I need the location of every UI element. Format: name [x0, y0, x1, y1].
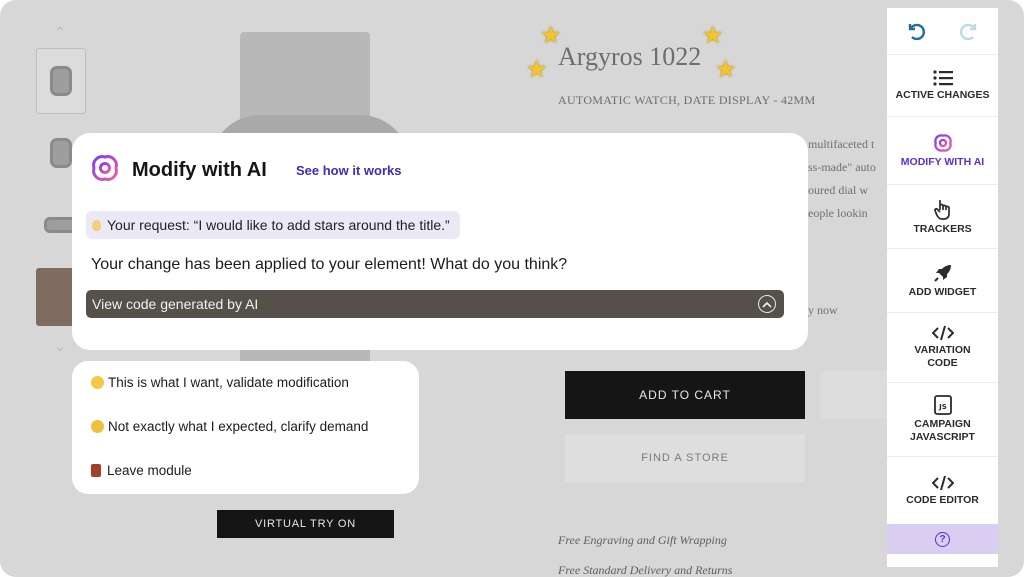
ai-logo-icon — [933, 133, 952, 152]
see-how-it-works-link[interactable]: See how it works — [296, 163, 401, 178]
lightbulb-icon — [92, 219, 101, 231]
undo-icon[interactable] — [887, 8, 943, 54]
door-icon — [91, 464, 101, 477]
add-widget-button[interactable]: ADD WIDGET — [887, 249, 998, 313]
perk-delivery: Free Standard Delivery and Returns — [558, 563, 733, 577]
star-icon: ★ — [526, 56, 548, 83]
toolbar-item-label: MODIFY WITH AI — [900, 155, 985, 168]
svg-text:JS: JS — [938, 403, 947, 411]
variation-code-button[interactable]: VARIATION CODE — [887, 313, 998, 383]
description-line: multifaceted t — [808, 137, 875, 151]
perk-engraving: Free Engraving and Gift Wrapping — [558, 533, 727, 547]
chevron-up-icon[interactable]: ⌃ — [30, 22, 90, 48]
modify-with-ai-button[interactable]: MODIFY WITH AI — [887, 117, 998, 185]
redo-icon[interactable] — [943, 8, 999, 54]
find-store-button[interactable]: FIND A STORE — [565, 434, 805, 482]
virtual-try-on-button[interactable]: VIRTUAL TRY ON — [217, 510, 394, 538]
product-description: multifaceted t ss-made" auto oured dial … — [808, 133, 893, 225]
page-frame: ⌃ ⌄ ★ ★ ★ ★ Argyros 1022 AUTOMATIC WATCH… — [0, 0, 1024, 577]
toolbar-item-label: CAMPAIGN JAVASCRIPT — [910, 418, 975, 443]
history-controls — [887, 8, 998, 55]
description-line: oured dial w — [808, 183, 868, 197]
rocket-icon — [933, 264, 951, 282]
secondary-button[interactable] — [820, 371, 890, 419]
toolbar-item-label: VARIATION CODE — [914, 344, 971, 369]
request-text: Your request: “I would like to add stars… — [107, 217, 450, 233]
confused-face-icon — [91, 420, 104, 433]
toolbar-item-label: CODE EDITOR — [906, 493, 979, 506]
code-icon — [931, 475, 954, 490]
choice-label: This is what I want, validate modificati… — [108, 375, 349, 390]
star-icon: ★ — [715, 56, 737, 83]
js-file-icon: JS — [933, 395, 952, 415]
star-icon: ★ — [702, 22, 724, 49]
chevron-up-icon[interactable] — [758, 295, 776, 313]
user-request-bubble: Your request: “I would like to add stars… — [86, 211, 460, 239]
toolbar-item-label: ADD WIDGET — [908, 285, 977, 298]
editor-toolbar: ACTIVE CHANGES MODIFY WITH AI TRACKERS A… — [887, 8, 998, 567]
toolbar-item-label: TRACKERS — [913, 222, 972, 235]
choice-label: Leave module — [107, 463, 192, 478]
product-subtitle: AUTOMATIC WATCH, DATE DISPLAY - 42MM — [558, 93, 816, 107]
add-to-cart-button[interactable]: ADD TO CART — [565, 371, 805, 419]
clarify-demand-option[interactable]: Not exactly what I expected, clarify dem… — [91, 419, 368, 434]
campaign-javascript-button[interactable]: JS CAMPAIGN JAVASCRIPT — [887, 383, 998, 457]
trackers-button[interactable]: TRACKERS — [887, 185, 998, 249]
active-changes-button[interactable]: ACTIVE CHANGES — [887, 55, 998, 117]
result-message: Your change has been applied to your ele… — [91, 256, 568, 273]
list-icon — [932, 69, 953, 86]
code-editor-button[interactable]: CODE EDITOR — [887, 457, 998, 525]
product-title: Argyros 1022 — [558, 42, 702, 71]
description-line: ss-made" auto — [808, 160, 876, 174]
ai-logo-icon — [92, 155, 118, 181]
product-title-block: ★ ★ ★ ★ Argyros 1022 — [518, 22, 858, 92]
validate-modification-option[interactable]: This is what I want, validate modificati… — [91, 375, 349, 390]
pay-later-text: y now — [808, 303, 838, 317]
description-line: eople lookin — [808, 206, 868, 220]
choice-panel: This is what I want, validate modificati… — [72, 361, 419, 494]
toolbar-item-label: ACTIVE CHANGES — [895, 88, 990, 101]
view-code-label: View code generated by AI — [92, 296, 259, 312]
code-icon — [931, 325, 954, 341]
leave-module-option[interactable]: Leave module — [91, 463, 192, 478]
thumbnail-front[interactable] — [36, 48, 86, 114]
choice-label: Not exactly what I expected, clarify dem… — [108, 419, 369, 434]
panel-title: Modify with AI — [132, 159, 267, 181]
smiling-face-icon — [91, 376, 104, 389]
view-code-toggle[interactable]: View code generated by AI — [86, 290, 784, 318]
help-button[interactable]: ? — [887, 524, 998, 554]
question-mark-icon: ? — [935, 531, 950, 547]
modify-with-ai-panel: Modify with AI See how it works Your req… — [72, 133, 808, 350]
pointer-hand-icon — [933, 199, 950, 220]
